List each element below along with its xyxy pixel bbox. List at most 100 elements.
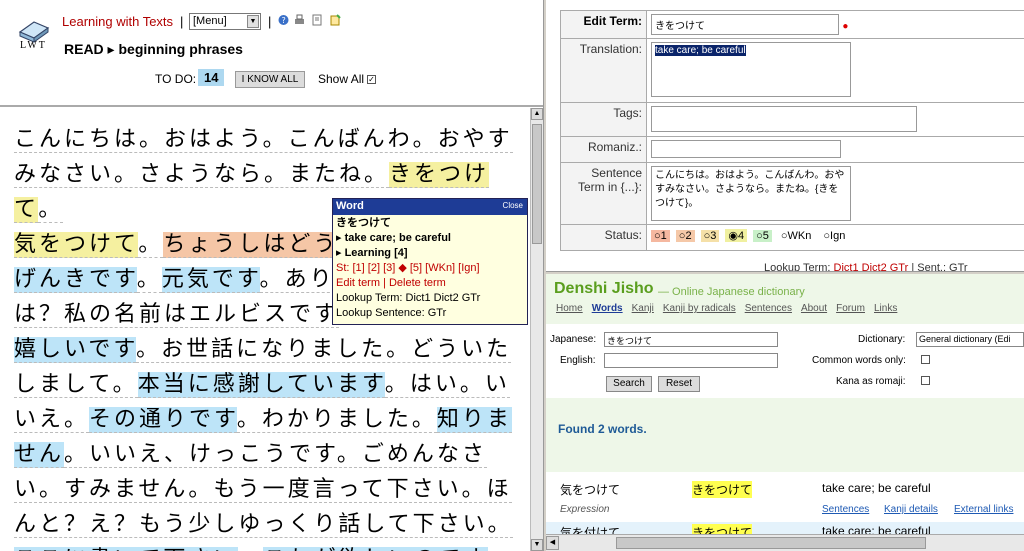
status-option-label: WKn: [787, 230, 812, 242]
menu-select[interactable]: [Menu] ▼: [189, 13, 261, 30]
popup-translation: ▸ take care; be careful: [336, 232, 451, 244]
scroll-thumb[interactable]: [532, 124, 542, 244]
term-blue[interactable]: げんきです: [14, 267, 137, 293]
jisho-nav-item[interactable]: Kanji by radicals: [663, 303, 736, 314]
term-orange[interactable]: ちょうしはどう: [163, 232, 339, 258]
status-radio-6[interactable]: ○Ign: [820, 230, 848, 242]
term-blue[interactable]: 嬉しいです: [14, 337, 137, 363]
text-segment[interactable]: 。: [138, 232, 164, 258]
jisho-nav-item[interactable]: Sentences: [745, 303, 792, 314]
sentence-textarea[interactable]: こんにちは。おはよう。こんばんわ。おやすみなさい。さようなら。またね。{きをつけ…: [651, 166, 851, 221]
term-blue[interactable]: 知りま: [436, 407, 512, 433]
text-segment[interactable]: いえ。: [14, 407, 90, 433]
text-segment[interactable]: 。はい。い: [384, 372, 510, 398]
edit-term-frame: Edit Term: きをつけて ● Translation: take car…: [546, 0, 1024, 272]
jisho-nav-item[interactable]: Home: [556, 303, 583, 314]
print-icon[interactable]: [294, 14, 305, 26]
scroll-left-icon[interactable]: ◀: [546, 536, 559, 550]
i-know-all-button[interactable]: I KNOW ALL: [235, 71, 305, 88]
term-yellow[interactable]: きをつけ: [389, 162, 490, 188]
dictionary-select[interactable]: General dictionary (Edi: [916, 332, 1024, 347]
popup-lookup-sentence[interactable]: Lookup Sentence: GTr: [336, 306, 524, 321]
text-line: ここに書いて下さい。これが欲しいのです: [14, 542, 514, 551]
popup-edit-links[interactable]: Edit term | Delete term: [336, 276, 524, 291]
term-yellow[interactable]: 気をつけて: [14, 232, 139, 258]
text-segment[interactable]: 。わかりました。: [236, 407, 437, 433]
status-radio-1[interactable]: ○2: [675, 230, 695, 242]
edit-term-input[interactable]: きをつけて: [651, 14, 839, 35]
popup-close-button[interactable]: Close: [503, 201, 523, 210]
text-segment[interactable]: 。: [38, 197, 64, 223]
jisho-nav-item[interactable]: Kanji: [632, 303, 654, 314]
reading-text: こんにちは。おはよう。こんばんわ。おやす みなさい。さようなら。またね。きをつけて…: [14, 122, 514, 551]
kana-romaji-checkbox[interactable]: [921, 376, 930, 385]
scroll-down-icon[interactable]: ▼: [531, 539, 543, 551]
jisho-nav: Home Words Kanji Kanji by radicals Sentences…: [556, 303, 906, 314]
scroll-up-icon[interactable]: ▲: [531, 108, 543, 120]
term-yellow[interactable]: て: [14, 197, 39, 223]
new-document-icon[interactable]: [330, 14, 341, 26]
status-radio-2[interactable]: ○3: [700, 230, 720, 242]
text-segment[interactable]: 。: [136, 267, 162, 293]
english-input[interactable]: [604, 353, 778, 368]
app-title[interactable]: Learning with Texts: [62, 14, 173, 29]
jisho-nav-item[interactable]: Links: [874, 303, 897, 314]
menu-select-value: [Menu]: [193, 15, 227, 27]
term-blue[interactable]: これが欲しいのです: [263, 547, 489, 551]
horizontal-scrollbar[interactable]: ◀: [546, 534, 1024, 551]
romaniz-input[interactable]: [651, 140, 841, 158]
edit-document-icon[interactable]: [312, 14, 323, 26]
popup-lookup-term[interactable]: Lookup Term: Dict1 Dict2 GTr: [336, 291, 524, 306]
text-segment[interactable]: こんにちは。おはよう。こんばんわ。おやす: [14, 127, 513, 153]
text-line: い。すみません。もう一度言って下さい。ほ: [14, 472, 514, 507]
text-segment[interactable]: 。お世話になりました。どういた: [136, 337, 512, 363]
english-label: English:: [560, 355, 596, 366]
romaniz-label: Romaniz.:: [560, 136, 647, 163]
text-segment[interactable]: んと？え？もう少しゆっくり話して下さい。: [14, 512, 513, 538]
translation-textarea[interactable]: take care; be careful: [651, 42, 851, 97]
text-line: いえ。その通りです。わかりました。知りま: [14, 402, 514, 437]
term-blue[interactable]: せん: [14, 442, 65, 468]
japanese-input[interactable]: きをつけて: [604, 332, 778, 347]
sentences-link[interactable]: Sentences: [822, 504, 869, 515]
sentence-label: Sentence Term in {...}:: [560, 162, 647, 225]
term-blue[interactable]: ここに書いて下さい: [14, 547, 239, 551]
term-blue[interactable]: 元気です: [161, 267, 260, 293]
jisho-nav-item[interactable]: Forum: [836, 303, 865, 314]
term-blue[interactable]: 本当に感謝しています: [137, 372, 385, 398]
text-segment[interactable]: 。いいえ、けっこうです。ごめんなさ: [64, 442, 487, 468]
jisho-nav-item[interactable]: Words: [592, 303, 623, 314]
scroll-thumb[interactable]: [616, 537, 926, 549]
svg-text:?: ?: [282, 16, 286, 25]
status-radio-5[interactable]: ○WKn: [778, 230, 815, 242]
show-all-checkbox[interactable]: ✓: [367, 75, 377, 85]
text-line: んと？え？もう少しゆっくり話して下さい。: [14, 507, 514, 542]
common-words-checkbox[interactable]: [921, 355, 930, 364]
result-kana: きをつけて: [692, 481, 753, 498]
help-icon[interactable]: ?: [278, 14, 289, 26]
jisho-subtitle: — Online Japanese dictionary: [658, 286, 805, 298]
reset-button[interactable]: Reset: [658, 376, 700, 392]
text-line: しまして。本当に感謝しています。はい。い: [14, 367, 514, 402]
text-segment[interactable]: みなさい。さようなら。またね。: [14, 162, 390, 188]
popup-status-links[interactable]: St: [1] [2] [3] ◆ [5] [WKn] [Ign]: [336, 261, 524, 276]
text-segment[interactable]: 。: [238, 547, 264, 551]
text-segment[interactable]: は？私の名前はエルビスです: [14, 302, 340, 328]
vertical-scrollbar[interactable]: ▲ ▼: [530, 108, 543, 551]
external-links-link[interactable]: External links: [954, 504, 1013, 515]
status-radio-3[interactable]: ◉4: [725, 229, 748, 242]
jisho-title[interactable]: Denshi Jisho: [554, 280, 654, 298]
radio-icon: ○: [756, 230, 763, 242]
tags-input[interactable]: [651, 106, 917, 132]
search-button[interactable]: Search: [606, 376, 652, 392]
text-segment[interactable]: 。あり: [259, 267, 335, 293]
word-popup: Word Close きをつけて ▸ take care; be careful…: [332, 198, 528, 325]
text-segment[interactable]: い。すみません。もう一度言って下さい。ほ: [14, 477, 512, 503]
status-radio-4[interactable]: ○5: [753, 230, 772, 242]
jisho-nav-item[interactable]: About: [801, 303, 827, 314]
term-blue[interactable]: その通りです: [89, 407, 237, 433]
text-segment[interactable]: しまして。: [14, 372, 138, 398]
kanji-details-link[interactable]: Kanji details: [884, 504, 938, 515]
status-radio-0[interactable]: ○1: [651, 230, 670, 242]
show-all-toggle[interactable]: Show All ✓: [318, 72, 377, 86]
